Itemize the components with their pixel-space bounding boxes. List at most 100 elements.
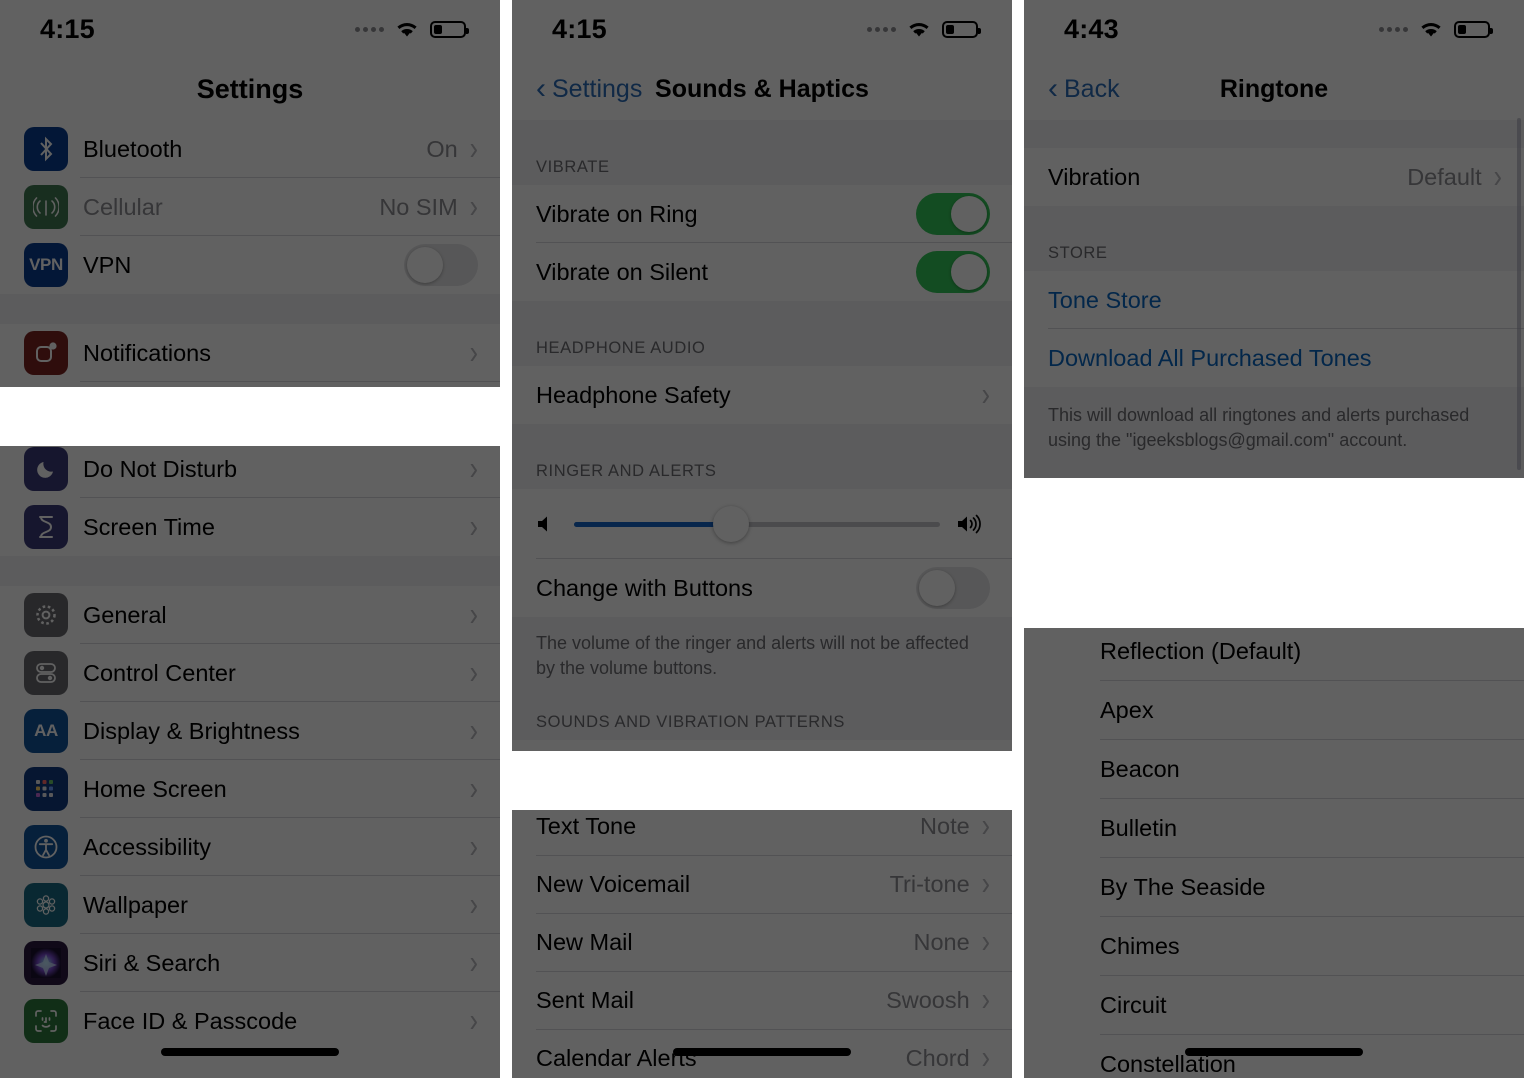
row-label: Siri & Search: [83, 949, 221, 976]
vpn-toggle[interactable]: [404, 244, 478, 286]
do-not-disturb-icon: [24, 447, 68, 491]
row-sent-mail[interactable]: Sent Mail Swoosh ›: [512, 971, 1012, 1030]
ringtone-item-bulletin[interactable]: Bulletin: [1024, 798, 1524, 858]
row-label: Do Not Disturb: [83, 455, 238, 482]
ringer-volume-slider-row[interactable]: [512, 489, 1012, 559]
status-time: 4:43: [1064, 13, 1119, 44]
ringtone-item-my-song[interactable]: My Song: [1024, 503, 1524, 563]
group-divider: [0, 556, 500, 586]
section-vibrate: Vibrate on Ring Vibrate on Silent: [512, 185, 1012, 301]
chevron-right-icon: ›: [469, 391, 478, 430]
ringtone-item-apex[interactable]: Apex: [1024, 680, 1524, 740]
row-label: New Mail: [536, 929, 633, 956]
panel-settings: 4:15 Settings Bluetooth On › Cellular No…: [0, 0, 500, 1078]
sidebar-item-cellular[interactable]: Cellular No SIM ›: [0, 178, 500, 236]
row-label: Sent Mail: [536, 987, 634, 1014]
status-time: 4:15: [552, 13, 607, 44]
row-vibrate-on-silent[interactable]: Vibrate on Silent: [512, 243, 1012, 301]
sidebar-item-notifications[interactable]: Notifications ›: [0, 324, 500, 382]
panel-sounds-haptics: 4:15 ‹ Settings Sounds & Haptics VIBRATE: [512, 0, 1012, 1078]
sidebar-item-bluetooth[interactable]: Bluetooth On ›: [0, 120, 500, 178]
vibrate-on-silent-toggle[interactable]: [916, 251, 990, 293]
sidebar-item-vpn[interactable]: VPN VPN: [0, 236, 500, 294]
ringtone-item-chimes[interactable]: Chimes: [1024, 916, 1524, 976]
chevron-right-icon: ›: [469, 595, 478, 634]
sidebar-item-siri-search[interactable]: Siri & Search ›: [0, 934, 500, 992]
vpn-icon-text: VPN: [29, 255, 63, 274]
row-value: Note: [920, 813, 970, 840]
chevron-right-icon: ›: [469, 943, 478, 982]
wifi-icon: [393, 19, 421, 39]
row-value: None: [913, 929, 970, 956]
chevron-right-icon: ›: [981, 923, 990, 961]
chevron-left-icon: ‹: [1048, 72, 1058, 105]
screen-time-icon: [24, 505, 68, 549]
row-download-all-purchased-tones[interactable]: Download All Purchased Tones: [1024, 329, 1524, 387]
section-header-headphone-audio: HEADPHONE AUDIO: [512, 301, 1012, 366]
vertical-scrollbar[interactable]: [1517, 118, 1521, 470]
row-vibration[interactable]: Vibration Default ›: [1024, 148, 1524, 206]
sidebar-item-control-center[interactable]: Control Center ›: [0, 644, 500, 702]
row-label: Bluetooth: [83, 135, 183, 162]
sidebar-item-do-not-disturb[interactable]: Do Not Disturb ›: [0, 440, 500, 498]
row-label: New Voicemail: [536, 871, 691, 898]
row-change-with-buttons[interactable]: Change with Buttons: [512, 559, 1012, 617]
section-header-ringtones: RINGTONES: [1024, 462, 1524, 504]
row-new-voicemail[interactable]: New Voicemail Tri-tone ›: [512, 855, 1012, 914]
row-ringtone[interactable]: Ringtone Reflection ›: [512, 739, 1012, 798]
chevron-right-icon: ›: [469, 449, 478, 488]
display-brightness-icon: AA: [24, 709, 68, 753]
three-panel-screenshot: 4:15 Settings Bluetooth On › Cellular No…: [0, 0, 1524, 1078]
ringtone-item-old-telephone[interactable]: ✓ Old telephone: [1024, 562, 1524, 622]
row-value: No SIM: [379, 193, 458, 220]
sidebar-item-home-screen[interactable]: Home Screen ›: [0, 760, 500, 818]
sidebar-item-display-brightness[interactable]: AA Display & Brightness ›: [0, 702, 500, 760]
section-vibration: Vibration Default ›: [1024, 148, 1524, 206]
back-button[interactable]: ‹ Back: [1048, 74, 1120, 104]
back-button-settings[interactable]: ‹ Settings: [536, 74, 642, 104]
chevron-right-icon: ›: [469, 187, 478, 226]
row-tone-store[interactable]: Tone Store: [1024, 271, 1524, 329]
ringtone-item-constellation[interactable]: Constellation: [1024, 1034, 1524, 1078]
download-all-purchased-tones-link[interactable]: Download All Purchased Tones: [1048, 345, 1372, 372]
wifi-icon: [905, 19, 933, 39]
ringtone-label: Reflection (Default): [1100, 637, 1302, 664]
row-new-mail[interactable]: New Mail None ›: [512, 913, 1012, 972]
tone-store-link[interactable]: Tone Store: [1048, 287, 1162, 314]
row-label: Face ID & Passcode: [83, 1007, 298, 1034]
settings-group-general: General › Control Center › AA Display & …: [0, 586, 500, 1050]
sidebar-item-sounds-haptics[interactable]: Sounds & Haptics ›: [0, 382, 500, 440]
general-gear-icon: [24, 593, 68, 637]
ringtone-item-reflection-default[interactable]: Reflection (Default): [1024, 621, 1524, 681]
vibrate-on-ring-toggle[interactable]: [916, 193, 990, 235]
ringer-volume-slider[interactable]: [574, 506, 940, 542]
status-indicators: [867, 19, 981, 39]
section-store: Tone Store Download All Purchased Tones: [1024, 271, 1524, 387]
ringtone-label: Apex: [1100, 696, 1154, 723]
row-label: Home Screen: [83, 775, 227, 802]
sidebar-item-screen-time[interactable]: Screen Time ›: [0, 498, 500, 556]
sidebar-item-accessibility[interactable]: Accessibility ›: [0, 818, 500, 876]
speaker-min-icon: [536, 514, 558, 534]
row-label: Screen Time: [83, 513, 215, 540]
row-headphone-safety[interactable]: Headphone Safety ›: [512, 366, 1012, 424]
row-text-tone[interactable]: Text Tone Note ›: [512, 797, 1012, 856]
row-label: Display & Brightness: [83, 717, 300, 744]
signal-dots-icon: [355, 26, 384, 32]
ringtone-item-circuit[interactable]: Circuit: [1024, 975, 1524, 1035]
sidebar-item-wallpaper[interactable]: Wallpaper ›: [0, 876, 500, 934]
settings-screen: 4:15 Settings Bluetooth On › Cellular No…: [0, 0, 500, 1050]
ringtone-item-by-the-seaside[interactable]: By The Seaside: [1024, 857, 1524, 917]
home-indicator: [161, 1048, 339, 1056]
settings-group-system: Notifications › Sounds & Haptics › Do No…: [0, 324, 500, 556]
ringtone-label: Chimes: [1100, 932, 1180, 959]
row-vibrate-on-ring[interactable]: Vibrate on Ring: [512, 185, 1012, 243]
row-label: Accessibility: [83, 833, 211, 860]
sidebar-item-face-id-passcode[interactable]: Face ID & Passcode ›: [0, 992, 500, 1050]
section-ringtones: My Song ✓ Old telephone Reflection (Defa…: [1024, 503, 1524, 1078]
sidebar-item-general[interactable]: General ›: [0, 586, 500, 644]
ringtone-item-beacon[interactable]: Beacon: [1024, 739, 1524, 799]
section-ringer-alerts: Change with Buttons: [512, 489, 1012, 617]
section-header-vibrate: VIBRATE: [512, 120, 1012, 185]
change-with-buttons-toggle[interactable]: [916, 567, 990, 609]
